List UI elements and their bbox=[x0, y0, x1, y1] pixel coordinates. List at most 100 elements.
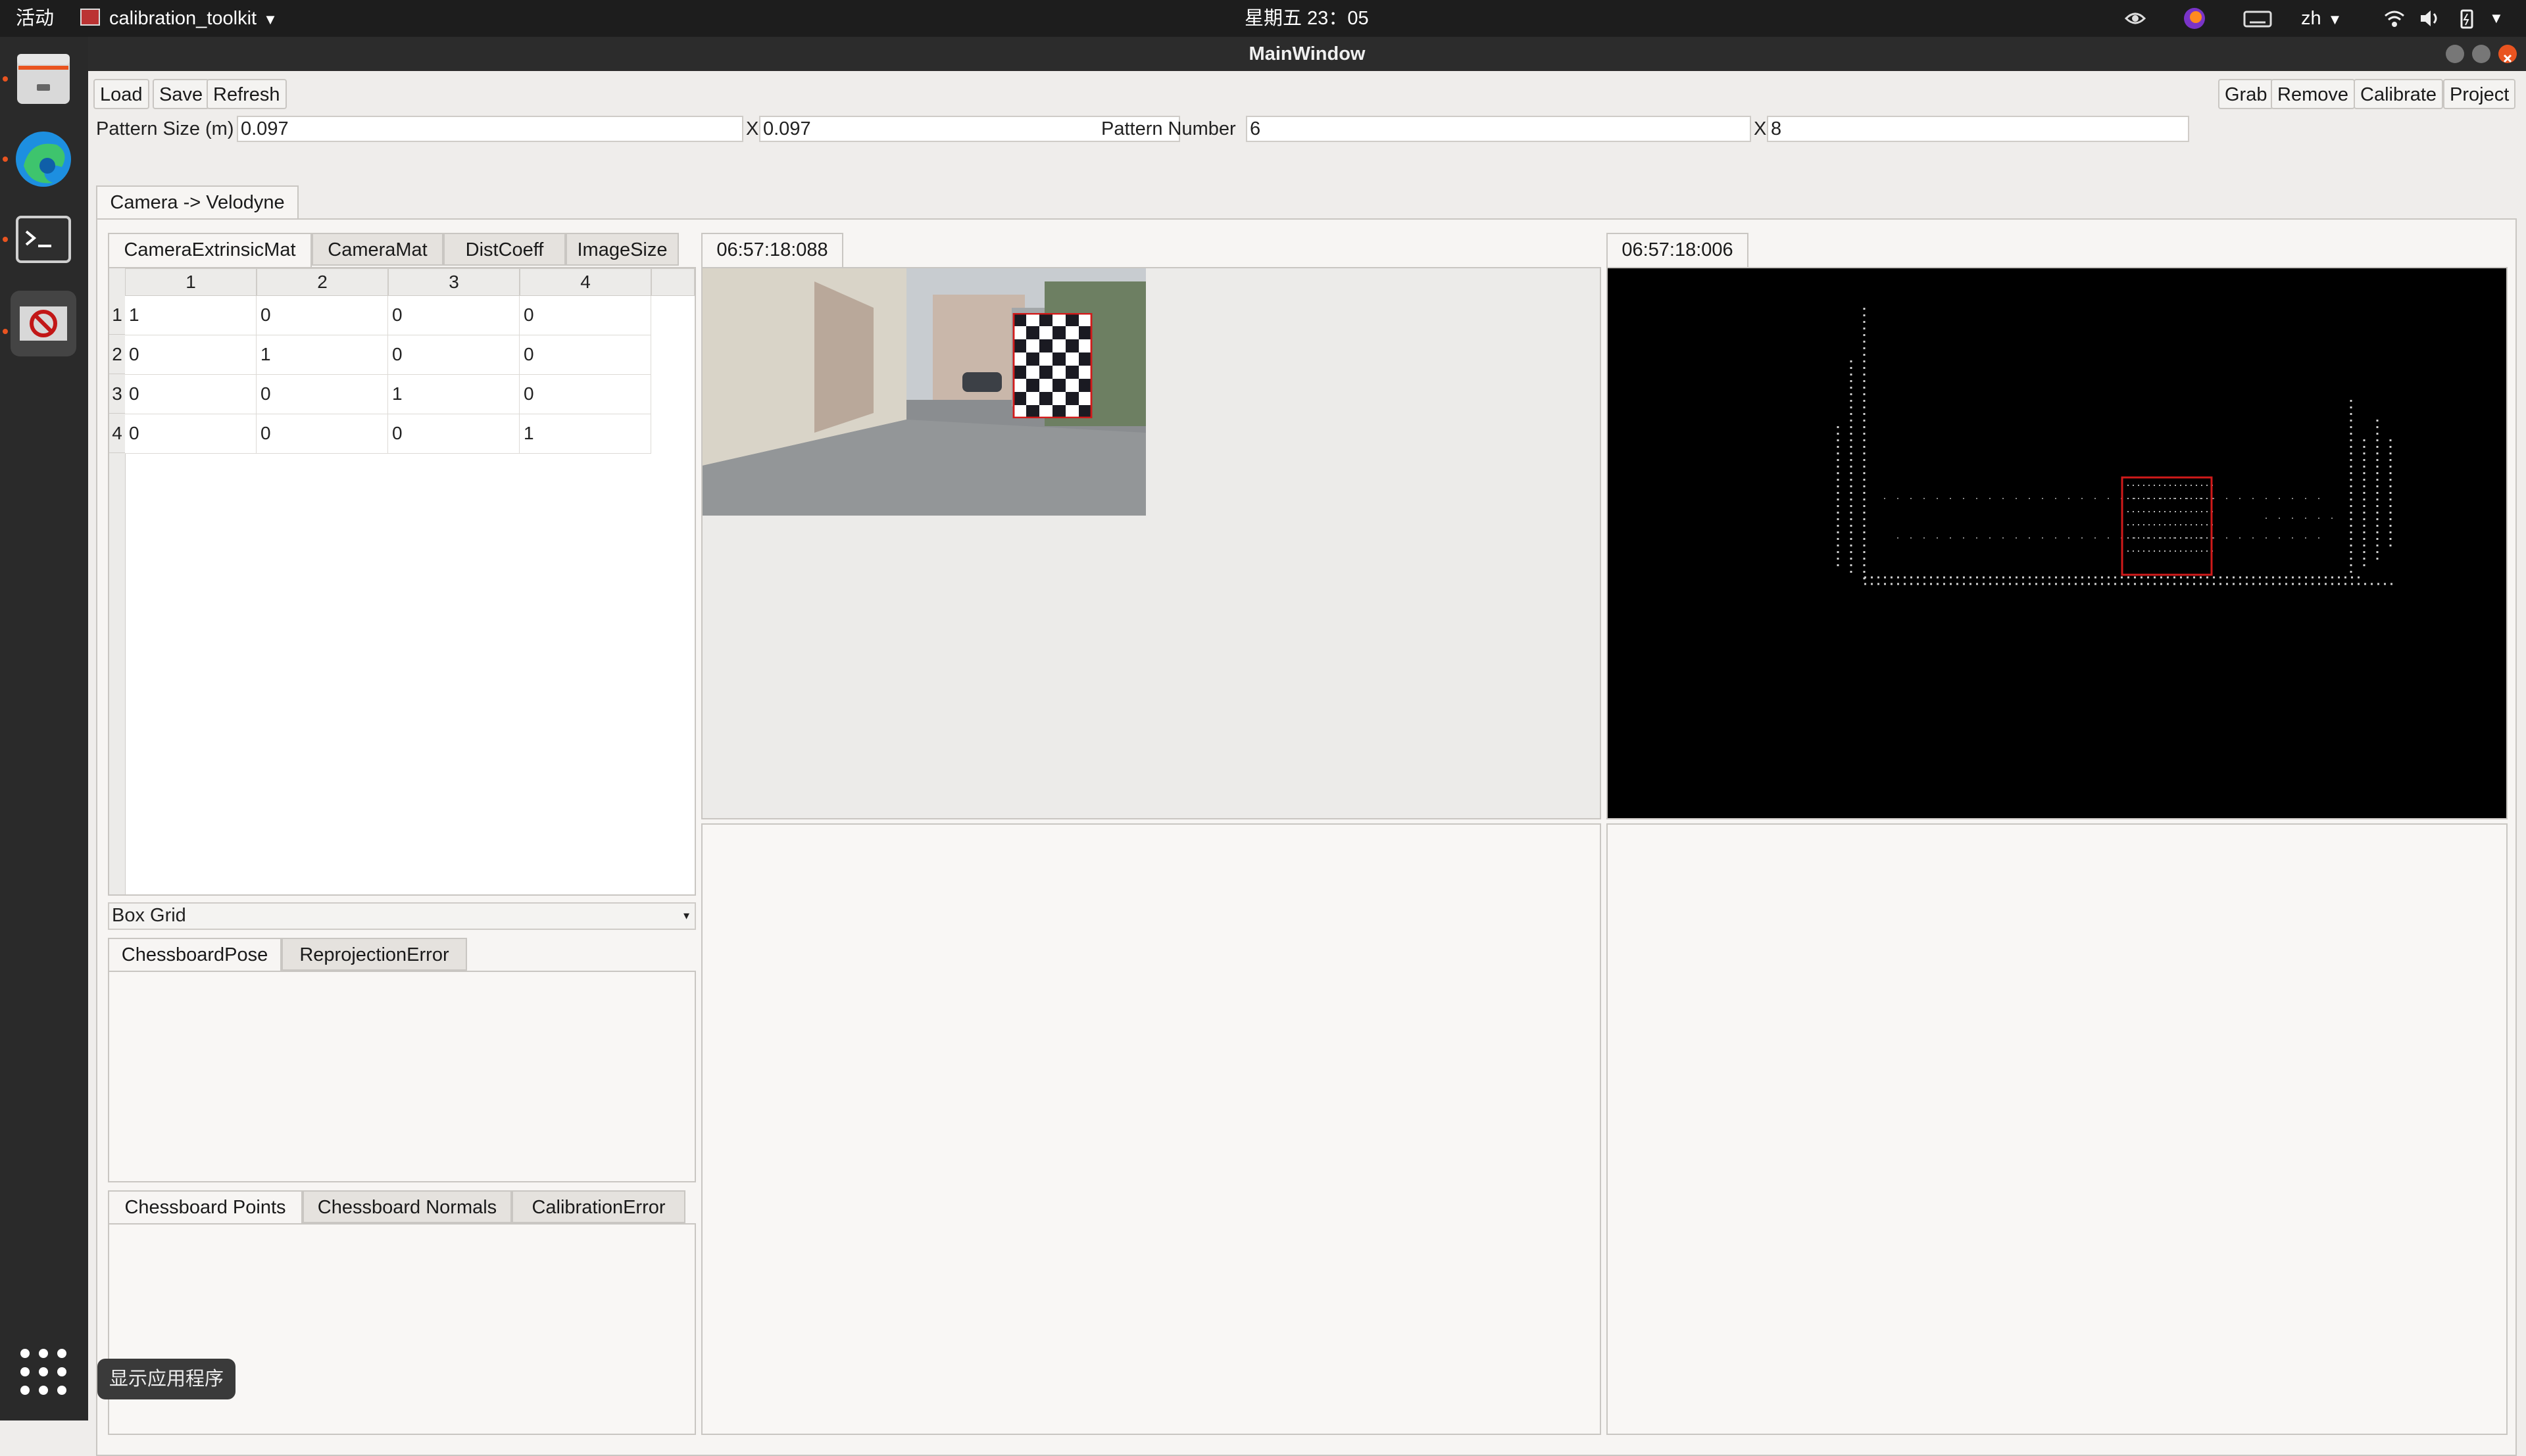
show-apps-tooltip: 显示应用程序 bbox=[97, 1359, 236, 1399]
matrix-cell[interactable]: 0 bbox=[388, 335, 520, 375]
terminal-icon[interactable] bbox=[11, 206, 76, 272]
matrix-cell[interactable]: 1 bbox=[388, 375, 520, 414]
calibration-app-icon bbox=[20, 306, 67, 341]
lower-left-view bbox=[701, 823, 1601, 1435]
tab-chessboard-points[interactable]: Chessboard Points bbox=[108, 1190, 303, 1225]
chessboard-target bbox=[1012, 313, 1093, 418]
matrix-cell[interactable]: 0 bbox=[125, 335, 257, 375]
lidar-pointcloud-canvas bbox=[1837, 308, 2397, 585]
column-header[interactable]: 1 bbox=[125, 268, 257, 296]
lidar-timestamp-tab[interactable]: 06:57:18:006 bbox=[1606, 233, 1748, 267]
lower-right-view bbox=[1606, 823, 2508, 1435]
matrix-cell[interactable]: 0 bbox=[257, 296, 388, 335]
matrix-cell[interactable]: 0 bbox=[388, 296, 520, 335]
dock bbox=[0, 37, 88, 1420]
chessboard-pose-panel bbox=[108, 971, 696, 1182]
matrix-cell[interactable]: 0 bbox=[388, 414, 520, 454]
lidar-pointcloud-view bbox=[1606, 267, 2508, 819]
pattern-number-x-separator: X bbox=[1754, 118, 1767, 139]
running-indicator bbox=[3, 329, 8, 334]
running-indicator bbox=[3, 76, 8, 82]
app-menu-label: calibration_toolkit bbox=[109, 8, 257, 29]
camera-timestamp-tab[interactable]: 06:57:18:088 bbox=[701, 233, 843, 267]
tab-chessboard-normals[interactable]: Chessboard Normals bbox=[303, 1190, 512, 1223]
running-indicator bbox=[3, 157, 8, 162]
save-button[interactable]: Save bbox=[153, 79, 210, 109]
matrix-cell[interactable]: 0 bbox=[125, 375, 257, 414]
box-grid-label: Box Grid bbox=[112, 905, 186, 926]
lidar-chessboard-box bbox=[2121, 476, 2213, 576]
row-header[interactable]: 3 bbox=[109, 375, 125, 414]
refresh-button[interactable]: Refresh bbox=[207, 79, 287, 109]
tab-calibration-error[interactable]: CalibrationError bbox=[512, 1190, 685, 1223]
matrix-cell[interactable]: 0 bbox=[520, 335, 651, 375]
row-header[interactable]: 2 bbox=[109, 335, 125, 374]
pattern-number-y-input[interactable]: 8 bbox=[1767, 116, 2189, 142]
camera-image-view bbox=[701, 267, 1601, 819]
minimize-icon[interactable] bbox=[2446, 45, 2464, 63]
language-menu[interactable]: zh ▼ bbox=[2301, 7, 2342, 32]
pattern-number-x-input[interactable]: 6 bbox=[1246, 116, 1751, 142]
activities-button[interactable]: 活动 bbox=[16, 7, 54, 30]
chevron-down-icon: ▾ bbox=[683, 909, 689, 922]
keyboard-icon[interactable] bbox=[2243, 7, 2272, 30]
matrix-cell[interactable]: 0 bbox=[125, 414, 257, 454]
close-x-glyph bbox=[2503, 54, 2512, 63]
pattern-size-x-input[interactable]: 0.097 bbox=[237, 116, 743, 142]
matrix-cell[interactable]: 0 bbox=[257, 375, 388, 414]
remove-button[interactable]: Remove bbox=[2271, 79, 2355, 109]
matrix-cell[interactable]: 1 bbox=[125, 296, 257, 335]
system-menu-chevron-icon[interactable]: ▼ bbox=[2489, 7, 2504, 30]
calibrate-button[interactable]: Calibrate bbox=[2354, 79, 2444, 109]
matrix-cell[interactable]: 0 bbox=[520, 296, 651, 335]
row-header[interactable]: 1 bbox=[109, 296, 125, 335]
project-button[interactable]: Project bbox=[2443, 79, 2516, 109]
matrix-cell[interactable]: 1 bbox=[520, 414, 651, 454]
firefox-dev-icon[interactable] bbox=[2183, 7, 2206, 30]
extrinsic-matrix-table[interactable]: 1 2 3 4 1 1 0 0 0 2 0 1 0 0 3 0 0 1 0 4 … bbox=[108, 267, 696, 896]
calibration-toolkit-dock-item[interactable] bbox=[11, 291, 76, 356]
files-icon[interactable] bbox=[11, 46, 76, 112]
tab-camera-velodyne[interactable]: Camera -> Velodyne bbox=[96, 185, 299, 220]
grab-button[interactable]: Grab bbox=[2218, 79, 2274, 109]
pattern-number-label: Pattern Number bbox=[1101, 118, 1236, 139]
box-grid-select[interactable]: Box Grid ▾ bbox=[108, 902, 696, 930]
language-label: zh bbox=[2301, 8, 2321, 29]
app-icon bbox=[80, 9, 100, 26]
chessboard-points-panel bbox=[108, 1223, 696, 1435]
battery-icon[interactable] bbox=[2455, 7, 2479, 30]
window-title: MainWindow bbox=[1249, 43, 1366, 64]
tab-image-size[interactable]: ImageSize bbox=[566, 233, 679, 266]
system-top-bar: 活动 calibration_toolkit ▼ 星期五 23：05 zh ▼ ▼ bbox=[0, 0, 2526, 37]
edge-browser-icon[interactable] bbox=[11, 126, 76, 192]
main-window: MainWindow Load Save Refresh Grab Remove… bbox=[88, 37, 2526, 1456]
clock[interactable]: 星期五 23：05 bbox=[1245, 7, 1369, 30]
matrix-cell[interactable]: 0 bbox=[520, 375, 651, 414]
chevron-down-icon: ▼ bbox=[2327, 11, 2342, 28]
column-header[interactable]: 3 bbox=[388, 268, 520, 296]
wifi-icon[interactable] bbox=[2383, 7, 2406, 30]
load-button[interactable]: Load bbox=[93, 79, 149, 109]
tab-dist-coeff[interactable]: DistCoeff bbox=[443, 233, 566, 266]
show-apps-grid-icon[interactable] bbox=[11, 1339, 76, 1405]
pattern-size-label: Pattern Size (m) bbox=[96, 118, 234, 139]
matrix-cell[interactable]: 1 bbox=[257, 335, 388, 375]
matrix-cell[interactable]: 0 bbox=[257, 414, 388, 454]
pattern-size-x-separator: X bbox=[746, 118, 759, 139]
window-titlebar[interactable]: MainWindow bbox=[88, 37, 2526, 71]
tab-camera-extrinsic-mat[interactable]: CameraExtrinsicMat bbox=[108, 233, 312, 267]
volume-icon[interactable] bbox=[2418, 7, 2442, 30]
tab-camera-mat[interactable]: CameraMat bbox=[312, 233, 443, 266]
chevron-down-icon: ▼ bbox=[263, 11, 278, 28]
close-icon[interactable] bbox=[2498, 45, 2517, 63]
nvidia-icon[interactable] bbox=[2123, 7, 2147, 30]
running-indicator bbox=[3, 237, 8, 242]
app-menu[interactable]: calibration_toolkit ▼ bbox=[80, 7, 278, 32]
maximize-icon[interactable] bbox=[2472, 45, 2490, 63]
tab-reprojection-error[interactable]: ReprojectionError bbox=[282, 938, 467, 971]
row-header[interactable]: 4 bbox=[109, 414, 125, 453]
column-header[interactable]: 4 bbox=[520, 268, 651, 296]
column-header[interactable]: 2 bbox=[257, 268, 388, 296]
column-header-filler bbox=[651, 268, 695, 296]
tab-chessboard-pose[interactable]: ChessboardPose bbox=[108, 938, 282, 972]
